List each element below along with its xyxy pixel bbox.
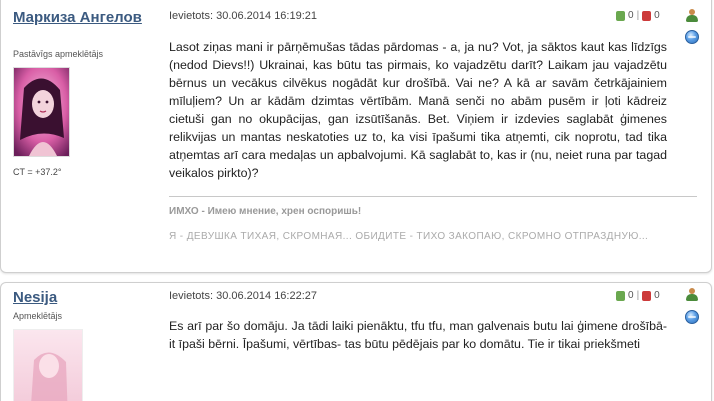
post-text: Lasot ziņas mani ir pārņēmušas tādas pār… <box>169 40 667 180</box>
forum-post: Маркиза Ангелов Pastāvīgs apmeklētājs CT… <box>0 0 712 273</box>
globe-icon[interactable] <box>685 30 699 44</box>
avatar[interactable] <box>13 67 70 157</box>
user-profile-icon[interactable] <box>685 9 699 23</box>
ct-value: CT = +37.2° <box>13 167 62 177</box>
post-date: Ievietots: 30.06.2014 16:19:21 <box>169 10 318 22</box>
like-count: 0 <box>628 10 634 21</box>
thumbs-up-icon[interactable] <box>616 10 625 21</box>
globe-icon[interactable] <box>685 310 699 324</box>
avatar-image <box>14 330 82 401</box>
rating-separator: | <box>636 290 640 301</box>
author-role: Apmeklētājs <box>13 311 63 321</box>
like-count: 0 <box>628 290 634 301</box>
thumbs-down-icon[interactable] <box>642 10 652 21</box>
dislike-count: 0 <box>654 10 660 21</box>
rating: 0 | 0 <box>616 290 660 301</box>
author-name-link[interactable]: Nesija <box>13 289 57 306</box>
author-role: Pastāvīgs apmeklētājs <box>13 49 104 59</box>
avatar-image <box>14 68 69 156</box>
dislike-count: 0 <box>654 290 660 301</box>
user-profile-icon[interactable] <box>685 288 699 302</box>
thumbs-up-icon[interactable] <box>616 290 625 301</box>
author-name-link[interactable]: Маркиза Ангелов <box>13 9 163 26</box>
rating: 0 | 0 <box>616 10 660 21</box>
post-text: Es arī par šo domāju. Ja tādi laiki pien… <box>169 319 667 351</box>
forum-post: Nesija Apmeklētājs Ievietots: 30.06.2014… <box>0 282 712 401</box>
rating-separator: | <box>636 10 640 21</box>
thumbs-down-icon[interactable] <box>642 290 652 301</box>
signature-divider <box>169 196 697 197</box>
signature-title: ИМХО - Имею мнение, хрен оспоришь! <box>169 206 362 217</box>
avatar[interactable] <box>13 329 83 401</box>
signature-text: Я - ДЕВУШКА ТИХАЯ, СКРОМНАЯ... ОБИДИТЕ -… <box>169 231 649 242</box>
post-date: Ievietots: 30.06.2014 16:22:27 <box>169 290 318 302</box>
